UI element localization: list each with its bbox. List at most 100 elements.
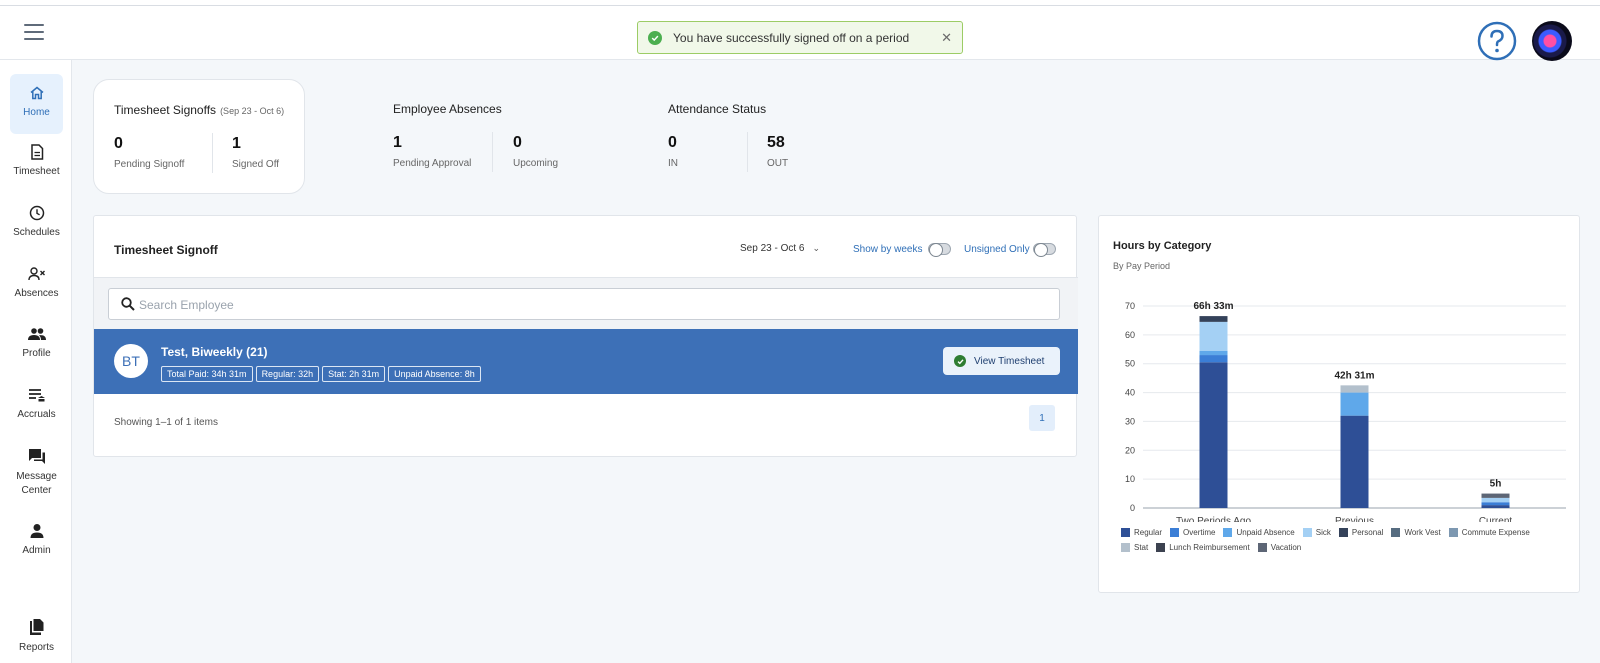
signed-off-count: 1	[232, 135, 241, 152]
out-count: 58	[767, 134, 785, 151]
legend-item[interactable]: Personal	[1338, 528, 1383, 537]
toast-message: You have successfully signed off on a pe…	[673, 30, 910, 45]
legend-item[interactable]: Commute Expense	[1448, 528, 1530, 537]
show-by-weeks-label: Show by weeks	[853, 244, 923, 255]
x-tick-label: Previous	[1335, 516, 1374, 522]
bar-segment-stat	[1340, 385, 1369, 393]
close-icon[interactable]: ✕	[941, 30, 952, 46]
person-remove-icon	[27, 267, 45, 281]
attendance-title: Attendance Status	[668, 102, 767, 116]
legend-swatch	[1223, 528, 1233, 537]
in-count: 0	[668, 134, 677, 151]
signed-off-label: Signed Off	[232, 159, 280, 170]
legend-label: Overtime	[1183, 528, 1216, 537]
hours-chart: 0 10 20 30 40 50 60 70 66h 33m Two Periods Ago 42h…	[1125, 301, 1566, 522]
chart-legend: Regular Overtime Unpaid Absence Sick Persona…	[1121, 528, 1561, 552]
nav-label: Timesheet	[13, 166, 60, 177]
divider	[747, 132, 748, 172]
unsigned-only-toggle[interactable]	[1033, 243, 1056, 257]
nav-accruals[interactable]: Accruals	[10, 387, 63, 422]
legend-swatch	[1338, 528, 1348, 537]
employee-name: Test, Biweekly (21)	[161, 345, 268, 359]
pending-signoff-count: 0	[114, 135, 123, 152]
bar-segment-personal	[1199, 316, 1228, 322]
y-tick-label: 40	[1125, 388, 1135, 398]
hours-by-category-card: Hours by Category By Pay Period 0 10 20 30 4…	[1098, 215, 1580, 593]
legend-item[interactable]: Overtime	[1170, 528, 1215, 537]
search-employee-input[interactable]	[139, 295, 1039, 315]
pending-signoff-label: Pending Signoff	[114, 159, 185, 170]
employee-row[interactable]: BT Test, Biweekly (21) Total Paid: 34h 3…	[94, 329, 1078, 394]
timesheet-signoff-panel: Timesheet Signoff Sep 23 - Oct 6 ⌄ Show b…	[93, 215, 1078, 457]
nav-label: Absences	[14, 288, 59, 299]
hours-chips: Total Paid: 34h 31m Regular: 32h Stat: 2…	[161, 366, 481, 382]
nav-label: Message Center	[16, 471, 57, 496]
bar-total-label: 5h	[1490, 479, 1502, 490]
legend-label: Stat	[1134, 543, 1149, 552]
timesheet-signoffs-card: Timesheet Signoffs (Sep 23 - Oct 6) 0 Pen…	[93, 79, 305, 194]
nav-timesheet[interactable]: Timesheet	[10, 144, 63, 179]
nav-schedules[interactable]: Schedules	[10, 205, 63, 240]
legend-label: Work Vest	[1404, 528, 1441, 537]
document-icon	[30, 144, 43, 160]
bar-segment-regular	[1340, 415, 1369, 508]
nav-reports[interactable]: Reports	[10, 618, 63, 655]
y-tick-label: 30	[1125, 416, 1135, 426]
regular-chip: Regular: 32h	[255, 366, 320, 382]
sidebar: Home Timesheet Schedules Absences Profil…	[0, 60, 72, 663]
legend-label: Vacation	[1270, 543, 1302, 552]
nav-profile[interactable]: Profile	[10, 326, 63, 361]
legend-label: Regular	[1134, 528, 1163, 537]
bar-segment-regular	[1199, 362, 1228, 508]
employee-avatar: BT	[114, 344, 148, 378]
view-timesheet-button[interactable]: View Timesheet	[943, 347, 1060, 375]
nav-admin[interactable]: Admin	[10, 523, 63, 558]
unsigned-only-label: Unsigned Only	[964, 244, 1030, 255]
chevron-down-icon: ⌄	[812, 243, 821, 253]
y-tick-label: 70	[1125, 301, 1135, 311]
chart-title: Hours by Category	[1113, 240, 1212, 252]
search-box	[108, 288, 1060, 320]
legend-label: Lunch Reimbursement	[1169, 543, 1250, 552]
legend-swatch	[1391, 528, 1401, 537]
bar-segment-overtime	[1199, 355, 1228, 363]
x-tick-label: Two Periods Ago	[1176, 516, 1251, 522]
period-dropdown[interactable]: Sep 23 - Oct 6 ⌄	[740, 243, 820, 254]
legend-item[interactable]: Vacation	[1257, 543, 1302, 552]
y-tick-label: 20	[1125, 445, 1135, 455]
search-icon	[121, 297, 135, 311]
legend-swatch	[1121, 528, 1130, 537]
bar-segment-regular	[1481, 505, 1510, 508]
user-avatar[interactable]	[1532, 21, 1572, 61]
nav-label: Profile	[22, 348, 51, 359]
signoffs-title: Timesheet Signoffs (Sep 23 - Oct 6)	[114, 103, 284, 117]
signoffs-range: (Sep 23 - Oct 6)	[220, 106, 285, 116]
stat-chip: Stat: 2h 31m	[322, 366, 386, 382]
legend-swatch	[1170, 528, 1180, 537]
home-icon	[30, 86, 43, 100]
absences-title: Employee Absences	[393, 102, 502, 116]
panel-title: Timesheet Signoff	[114, 243, 218, 257]
legend-item[interactable]: Sick	[1302, 528, 1331, 537]
nav-label: Schedules	[13, 227, 60, 238]
show-by-weeks-toggle[interactable]	[928, 243, 951, 257]
nav-message-center[interactable]: Message Center	[10, 448, 63, 498]
period-range: Sep 23 - Oct 6	[740, 243, 805, 254]
x-tick-label: Current	[1479, 516, 1513, 522]
legend-item[interactable]: Unpaid Absence	[1223, 528, 1295, 537]
legend-item[interactable]: Work Vest	[1391, 528, 1441, 537]
menu-icon[interactable]	[24, 24, 44, 40]
legend-item[interactable]: Lunch Reimbursement	[1156, 543, 1250, 552]
nav-absences[interactable]: Absences	[10, 266, 63, 301]
nav-home[interactable]: Home	[10, 74, 63, 134]
help-icon[interactable]	[1477, 21, 1517, 61]
legend-swatch	[1257, 543, 1267, 552]
list-bank-icon	[28, 389, 45, 402]
legend-item[interactable]: Regular	[1121, 528, 1162, 537]
page-1-button[interactable]: 1	[1029, 405, 1055, 431]
chat-icon	[28, 449, 45, 464]
legend-swatch	[1121, 543, 1130, 552]
legend-item[interactable]: Stat	[1121, 543, 1148, 552]
divider	[492, 132, 493, 172]
legend-label: Unpaid Absence	[1236, 528, 1295, 537]
